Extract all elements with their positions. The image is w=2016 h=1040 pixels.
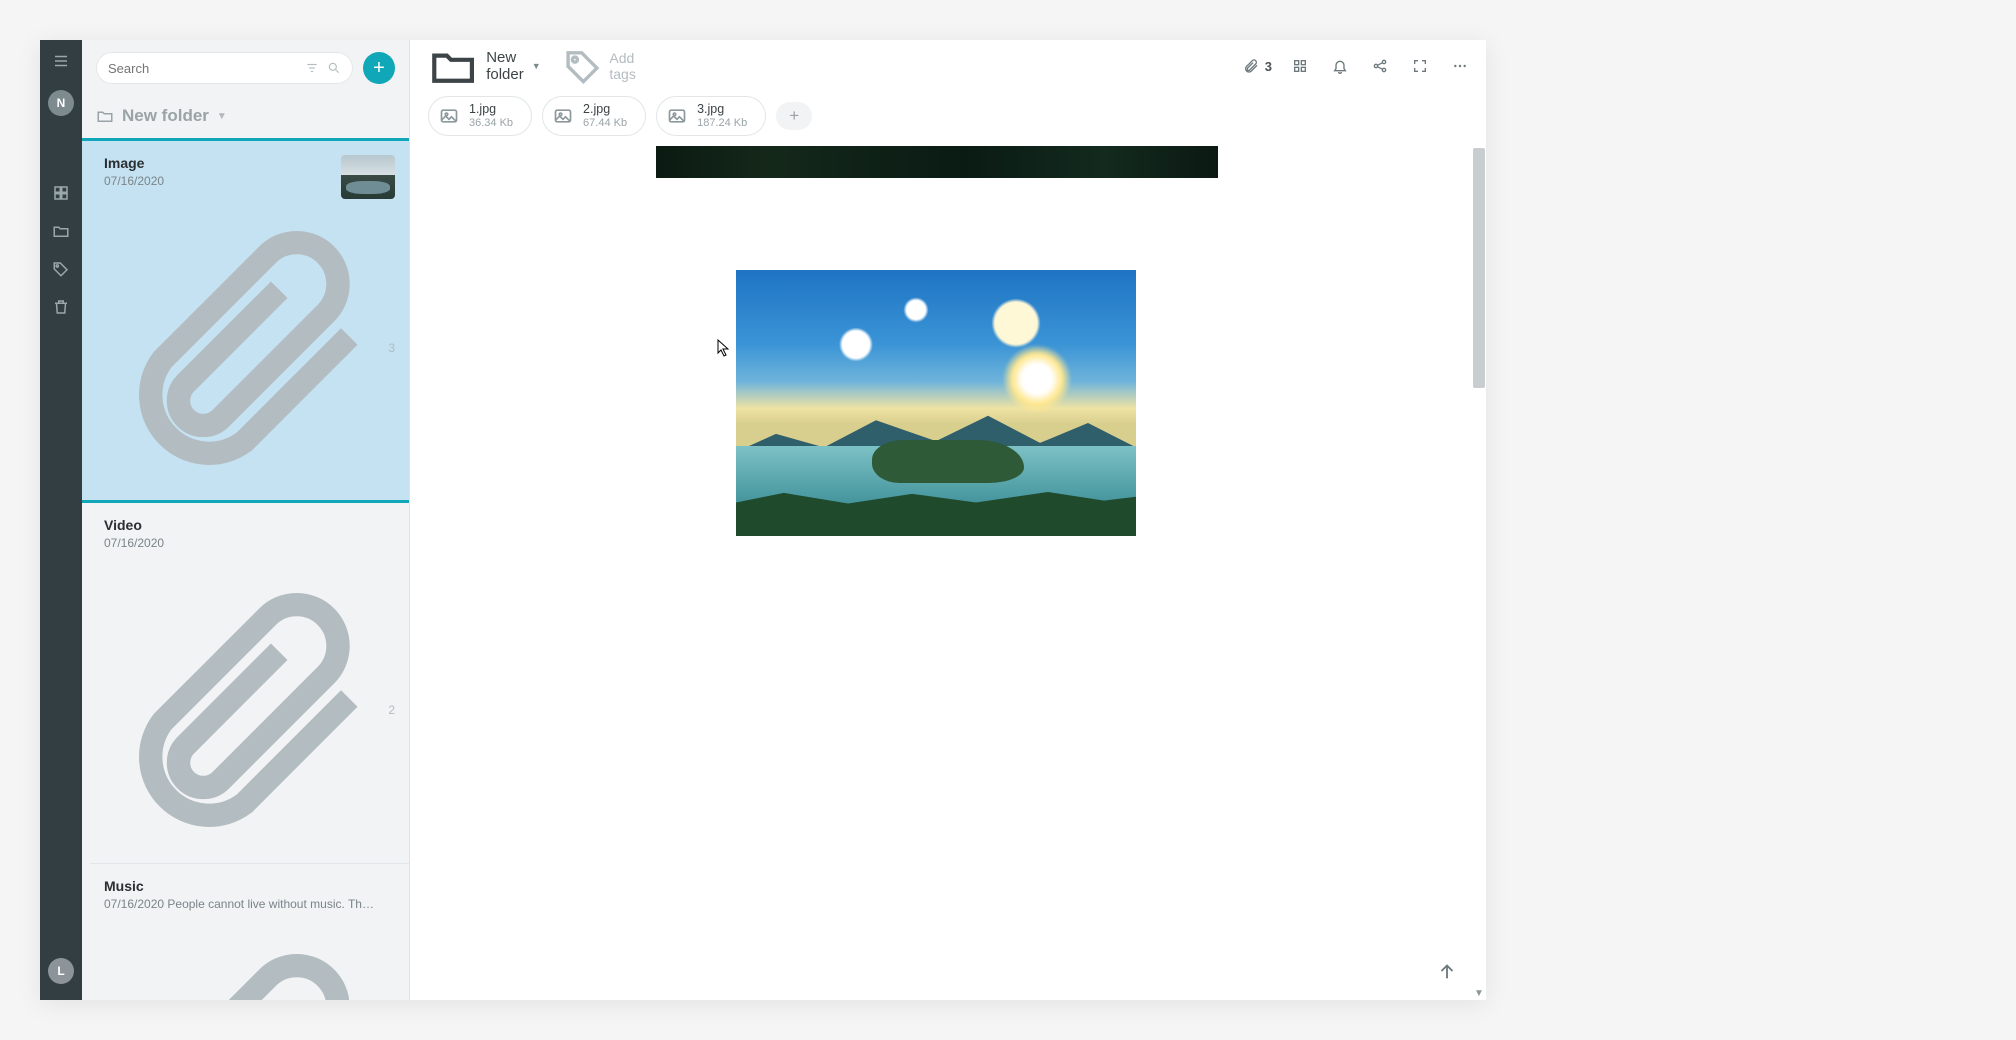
attachment-chip[interactable]: 3.jpg 187.24 Kb (656, 96, 766, 136)
tag-outline-icon (563, 46, 604, 87)
vertical-scrollbar[interactable]: ▲ ▼ (1472, 146, 1486, 1000)
view-grid-icon[interactable] (1292, 58, 1308, 74)
image-file-icon (667, 106, 687, 126)
workspace-avatar[interactable]: N (48, 90, 74, 116)
folder-icon[interactable] (52, 222, 70, 240)
expand-fullscreen-icon[interactable] (1412, 58, 1428, 74)
paperclip-icon (104, 208, 384, 488)
list-item[interactable]: Image 07/16/2020 3 (82, 141, 409, 503)
attachment-chip[interactable]: 1.jpg 36.34 Kb (428, 96, 532, 136)
mouse-cursor-icon (717, 339, 729, 357)
breadcrumb-label: New folder (486, 49, 524, 83)
notifications-bell-icon[interactable] (1332, 58, 1348, 74)
attachments-indicator[interactable] (1243, 58, 1259, 74)
image-file-icon (439, 106, 459, 126)
scrollbar-thumb[interactable] (1473, 148, 1485, 388)
list-folder-name: New folder (122, 106, 209, 126)
folder-outline-icon (428, 41, 478, 91)
chip-filesize: 36.34 Kb (469, 117, 513, 130)
list-folder-header[interactable]: New folder ▼ (82, 96, 409, 141)
editor-topbar: New folder ▼ Add tags 3 (410, 40, 1486, 92)
chip-filesize: 67.44 Kb (583, 117, 627, 130)
list-item-subtitle: 07/16/2020 People cannot live without mu… (104, 897, 374, 911)
paperclip-icon (104, 570, 384, 850)
scroll-to-top-button[interactable] (1436, 960, 1458, 982)
list-item-attachments: 2 (104, 570, 395, 850)
caret-down-icon: ▼ (217, 111, 227, 122)
attachment-chips-row: 1.jpg 36.34 Kb 2.jpg 67.44 Kb 3.jpg (410, 92, 1486, 146)
list-item-subtitle: 07/16/2020 (104, 536, 374, 550)
list-item-thumbnail (341, 155, 395, 199)
paperclip-icon (1243, 58, 1259, 74)
editor-panel: New folder ▼ Add tags 3 (410, 40, 1486, 1000)
hamburger-menu-icon[interactable] (52, 52, 70, 70)
attachment-count: 3 (388, 341, 395, 355)
list-item-title: Video (104, 517, 395, 533)
attachment-count: 2 (388, 703, 395, 717)
list-item-title: Music (104, 878, 395, 894)
notes-list: Image 07/16/2020 3 Video 07/16/2020 2 (82, 141, 409, 1000)
notes-list-panel: + New folder ▼ Image 07/16/2020 3 (82, 40, 410, 1000)
list-item-subtitle: 07/16/2020 (104, 174, 374, 188)
breadcrumb[interactable]: New folder ▼ (428, 41, 541, 91)
share-icon[interactable] (1372, 58, 1388, 74)
search-box[interactable] (96, 52, 353, 84)
editor-canvas[interactable]: ▲ ▼ (410, 146, 1486, 1000)
search-row: + (82, 40, 409, 96)
add-tags-label: Add tags (609, 50, 639, 82)
app-window: N L + (40, 40, 1486, 1000)
filter-icon[interactable] (305, 61, 319, 75)
user-avatar[interactable]: L (48, 958, 74, 984)
list-item-attachments: 1 (104, 931, 395, 1000)
nav-rail: N L (40, 40, 82, 1000)
caret-down-icon: ▼ (532, 61, 541, 71)
tag-icon[interactable] (52, 260, 70, 278)
attachment-chip[interactable]: 2.jpg 67.44 Kb (542, 96, 646, 136)
embedded-image-2[interactable] (736, 270, 1136, 536)
scroll-down-arrow-icon[interactable]: ▼ (1472, 986, 1486, 1000)
list-item[interactable]: Music 07/16/2020 People cannot live with… (90, 864, 409, 1000)
paperclip-icon (104, 931, 384, 1000)
embedded-image-1[interactable] (656, 146, 1218, 178)
search-icon[interactable] (327, 61, 341, 75)
chip-filename: 1.jpg (469, 102, 513, 116)
list-item[interactable]: Video 07/16/2020 2 (90, 503, 409, 863)
attachments-count: 3 (1265, 59, 1272, 74)
add-attachment-button[interactable]: + (776, 102, 812, 130)
add-tags-button[interactable]: Add tags (563, 46, 639, 87)
folder-outline-icon (96, 107, 114, 125)
list-item-attachments: 3 (104, 208, 395, 488)
chip-filename: 2.jpg (583, 102, 627, 116)
trash-icon[interactable] (52, 298, 70, 316)
chip-filename: 3.jpg (697, 102, 747, 116)
image-file-icon (553, 106, 573, 126)
more-options-icon[interactable] (1452, 58, 1468, 74)
chip-filesize: 187.24 Kb (697, 117, 747, 130)
search-input[interactable] (108, 61, 297, 76)
dashboard-grid-icon[interactable] (52, 184, 70, 202)
new-note-button[interactable]: + (363, 52, 395, 84)
